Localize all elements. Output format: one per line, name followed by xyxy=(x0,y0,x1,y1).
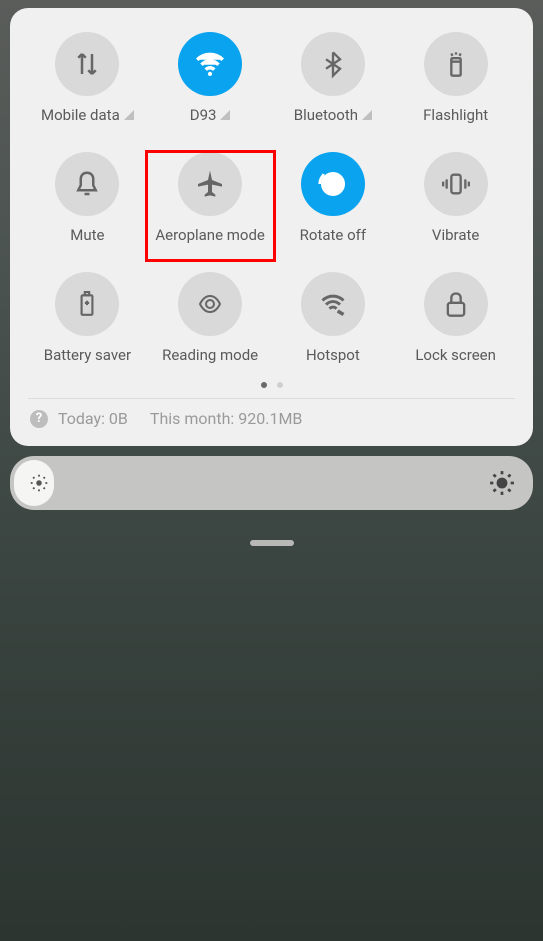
mute-icon xyxy=(55,152,119,216)
signal-icon xyxy=(124,110,134,120)
help-icon: ? xyxy=(30,410,48,428)
tile-label: Vibrate xyxy=(432,226,479,244)
tile-label: Mute xyxy=(70,226,104,244)
tile-bluetooth[interactable]: Bluetooth xyxy=(272,32,395,124)
tile-reading[interactable]: Reading mode xyxy=(149,272,272,364)
tile-label: Mobile data xyxy=(41,106,134,124)
tile-hotspot[interactable]: Hotspot xyxy=(272,272,395,364)
signal-icon xyxy=(220,110,230,120)
tile-label: Battery saver xyxy=(44,346,131,364)
tile-mobile-data[interactable]: Mobile data xyxy=(26,32,149,124)
tile-label: Hotspot xyxy=(306,346,360,364)
vibrate-icon xyxy=(424,152,488,216)
divider xyxy=(28,398,515,399)
flashlight-icon xyxy=(424,32,488,96)
airplane-icon xyxy=(178,152,242,216)
quick-settings-panel: Mobile data D93 Bluetooth Flashlight Mute Aer… xyxy=(10,8,533,446)
tile-label: Bluetooth xyxy=(294,106,372,124)
lock-icon xyxy=(424,272,488,336)
tile-flashlight[interactable]: Flashlight xyxy=(394,32,517,124)
tile-lock[interactable]: Lock screen xyxy=(394,272,517,364)
page-indicator xyxy=(26,382,517,388)
page-dot xyxy=(277,382,283,388)
brightness-slider[interactable] xyxy=(10,456,533,510)
hotspot-icon xyxy=(301,272,365,336)
data-usage-row[interactable]: ? Today: 0B This month: 920.1MB xyxy=(26,409,517,434)
tile-label: Reading mode xyxy=(162,346,258,364)
brightness-high-icon xyxy=(489,470,515,496)
data-month: This month: 920.1MB xyxy=(150,409,302,428)
tile-label: Flashlight xyxy=(423,106,488,124)
battery-icon xyxy=(55,272,119,336)
tile-wifi[interactable]: D93 xyxy=(149,32,272,124)
tile-battery[interactable]: Battery saver xyxy=(26,272,149,364)
tile-label: Rotate off xyxy=(300,226,366,244)
tile-airplane[interactable]: Aeroplane mode xyxy=(149,152,272,244)
tile-vibrate[interactable]: Vibrate xyxy=(394,152,517,244)
reading-icon xyxy=(178,272,242,336)
page-dot xyxy=(261,382,267,388)
tiles-grid: Mobile data D93 Bluetooth Flashlight Mute Aer… xyxy=(26,32,517,364)
tile-label: Lock screen xyxy=(415,346,496,364)
tile-label: D93 xyxy=(190,106,231,124)
mobile-data-icon xyxy=(55,32,119,96)
brightness-low-icon xyxy=(28,472,50,494)
wifi-icon xyxy=(178,32,242,96)
bluetooth-icon xyxy=(301,32,365,96)
tile-mute[interactable]: Mute xyxy=(26,152,149,244)
data-today: Today: 0B xyxy=(58,409,128,428)
tile-label: Aeroplane mode xyxy=(155,226,265,244)
tile-rotate[interactable]: Rotate off xyxy=(272,152,395,244)
signal-icon xyxy=(362,110,372,120)
rotate-icon xyxy=(301,152,365,216)
drag-handle[interactable] xyxy=(250,540,294,546)
